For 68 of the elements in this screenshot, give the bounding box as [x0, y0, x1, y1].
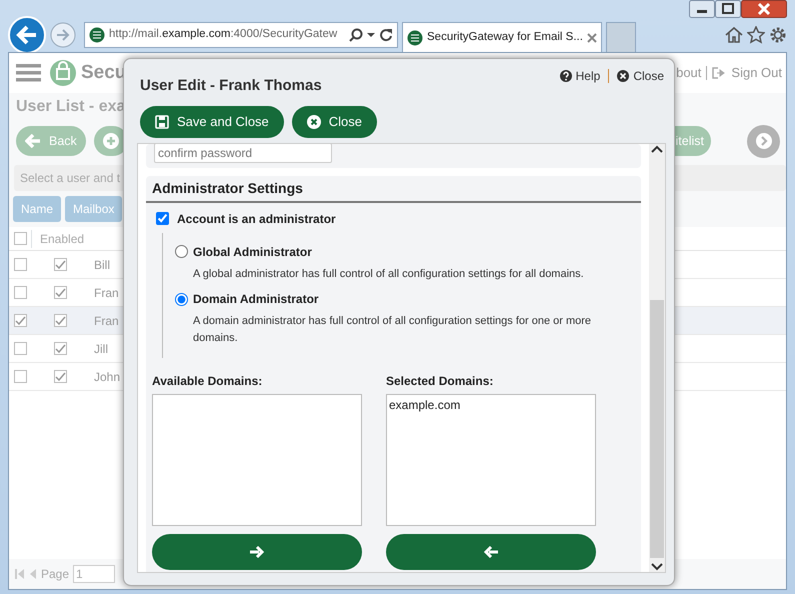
role-description: A global administrator has full control of all configuration settings for all domains. — [193, 266, 585, 282]
close-icon[interactable] — [741, 0, 787, 18]
save-button[interactable]: Save and Close — [140, 106, 284, 138]
checkbox-label: Account is an administrator — [177, 210, 336, 228]
settings-icon[interactable] — [769, 26, 787, 44]
table-cell-text: Fran — [94, 284, 119, 302]
admin-checkbox[interactable] — [156, 212, 169, 225]
star-icon[interactable] — [747, 26, 765, 44]
table-cell-text: Fran — [94, 312, 119, 330]
tab-label: SecurityGateway for Email S... — [427, 30, 583, 45]
role-description: A domain administrator has full control of all configuration settings for one or more domains. — [193, 314, 592, 346]
section-heading: Administrator Settings — [146, 176, 641, 202]
table-cell-text: Jill — [94, 340, 108, 358]
save-icon — [155, 114, 169, 128]
table-cell-text: Bill — [94, 256, 110, 274]
chevron-down-icon — [651, 562, 663, 572]
menu-icon[interactable] — [16, 63, 41, 83]
select-all-checkbox[interactable] — [14, 232, 26, 245]
row-checkbox[interactable] — [14, 314, 26, 327]
list-label: Available Domains: — [152, 373, 264, 390]
role-radio[interactable] — [175, 245, 188, 258]
caret-icon[interactable] — [367, 31, 375, 39]
arrow-right-icon — [250, 546, 264, 558]
browser-tab[interactable]: SecurityGateway for Email S... — [402, 22, 602, 52]
close-icon[interactable] — [587, 32, 597, 42]
list-item[interactable]: example.com — [389, 396, 593, 414]
row-checkbox[interactable] — [14, 370, 26, 383]
arrow-left-icon — [25, 134, 41, 148]
available-domains-list[interactable] — [152, 394, 362, 526]
chevron-up-icon — [651, 144, 663, 154]
radio-label: Domain Administrator — [193, 291, 319, 308]
close-button[interactable]: Close — [292, 106, 378, 138]
help-icon — [560, 70, 572, 82]
table-cell-text: John — [94, 368, 120, 386]
scrollbar[interactable] — [649, 144, 665, 572]
address-bar[interactable]: http://mail.example.com:4000/SecurityGatew — [84, 22, 398, 48]
plus-icon — [102, 133, 119, 149]
sign-out-icon — [712, 67, 726, 79]
add-domain-button[interactable] — [152, 534, 362, 570]
next-button[interactable] — [747, 124, 780, 158]
logo-icon — [49, 59, 77, 87]
selected-domains-list[interactable]: example.com — [386, 394, 596, 526]
refresh-icon[interactable] — [379, 28, 393, 42]
radio-label: Global Administrator — [193, 244, 312, 260]
list-label: Selected Domains: — [386, 373, 494, 390]
close-icon — [306, 114, 321, 128]
row-checkbox[interactable] — [14, 258, 26, 271]
scroll-thumb[interactable] — [650, 300, 664, 558]
close-icon — [617, 70, 630, 82]
url-text: http://mail.example.com:4000/SecurityGatew — [109, 27, 338, 42]
minimize-icon[interactable] — [689, 0, 715, 18]
chevron-icon — [756, 133, 772, 149]
page-label: Page — [41, 566, 70, 583]
password-field[interactable]: confirm password — [154, 144, 332, 162]
arrow-left-icon — [484, 546, 498, 558]
search-icon[interactable] — [349, 28, 363, 42]
row-checkbox[interactable] — [14, 286, 26, 299]
back-icon[interactable] — [8, 16, 46, 54]
maximize-icon[interactable] — [715, 0, 741, 18]
role-radio[interactable] — [175, 292, 188, 306]
column-header: Enabled — [31, 230, 92, 248]
remove-domain-button[interactable] — [386, 534, 596, 570]
help-link[interactable]: Help — [576, 67, 600, 85]
row-checkbox[interactable] — [14, 342, 26, 355]
close-link[interactable]: Close — [633, 67, 664, 85]
forward-icon[interactable] — [50, 22, 76, 48]
dialog-title: User Edit - Frank Thomas — [140, 76, 322, 96]
home-icon[interactable] — [725, 26, 743, 44]
